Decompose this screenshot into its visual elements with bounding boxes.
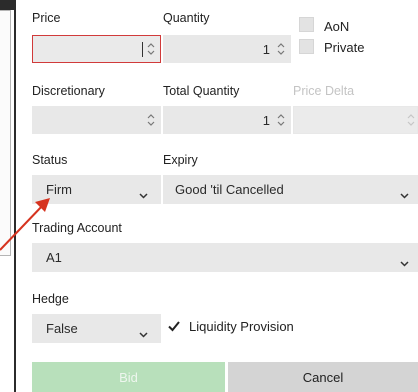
private-label: Private [324,40,365,55]
trading-account-label: Trading Account [32,221,122,235]
price-label: Price [32,11,61,25]
price-spinner-icon[interactable] [147,42,155,56]
price-delta-label: Price Delta [293,84,355,98]
background-panel [0,10,11,256]
aon-label: AoN [324,19,350,34]
price-input[interactable] [32,35,161,63]
aon-checkbox[interactable] [299,17,314,32]
total-quantity-input[interactable]: 1 [163,106,291,134]
expiry-select[interactable]: Good 'til Cancelled [163,175,418,204]
expiry-label: Expiry [163,153,198,167]
discretionary-input[interactable] [32,106,161,134]
chevron-down-icon [400,187,409,199]
hedge-value: False [46,321,78,336]
price-delta-input[interactable] [293,106,418,134]
liquidity-provision-checkbox[interactable] [166,318,182,334]
text-cursor [142,42,143,57]
checkmark-icon [168,321,180,332]
chevron-down-icon [139,187,148,199]
trading-account-value: A1 [46,250,62,265]
cancel-button[interactable]: Cancel [228,362,418,392]
quantity-value: 1 [262,42,270,57]
hedge-select[interactable]: False [32,314,161,343]
private-checkbox[interactable] [299,39,314,54]
chevron-down-icon [139,326,148,338]
discretionary-label: Discretionary [32,84,105,98]
total-quantity-spinner-icon[interactable] [277,113,285,127]
hedge-label: Hedge [32,292,69,306]
chevron-down-icon [400,255,409,267]
expiry-value: Good 'til Cancelled [175,182,284,197]
order-entry-form: Price Quantity 1 AoN Private Discretiona… [16,0,418,392]
total-quantity-label: Total Quantity [163,84,240,98]
bid-button[interactable]: Bid [32,362,225,392]
quantity-label: Quantity [163,11,210,25]
price-delta-spinner-icon[interactable] [407,113,415,127]
status-select[interactable]: Firm [32,175,161,204]
liquidity-provision-label: Liquidity Provision [189,319,294,334]
quantity-input[interactable]: 1 [163,35,291,63]
status-label: Status [32,153,68,167]
discretionary-spinner-icon[interactable] [147,113,155,127]
status-value: Firm [46,182,72,197]
total-quantity-value: 1 [262,113,270,128]
trading-account-select[interactable]: A1 [32,243,418,272]
quantity-spinner-icon[interactable] [277,42,285,56]
